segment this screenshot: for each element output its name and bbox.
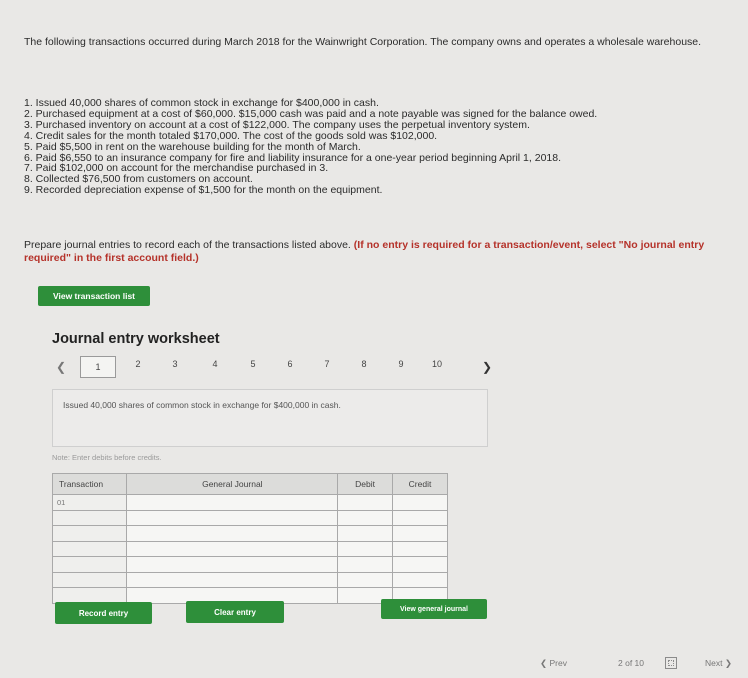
account-field[interactable]: [126, 525, 339, 542]
journal-table: Transaction General Journal Debit Credit…: [51, 473, 448, 604]
transaction-cell: [51, 587, 128, 604]
transaction-description: Issued 40,000 shares of common stock in …: [63, 400, 341, 410]
debit-field[interactable]: [337, 556, 393, 573]
table-row: [51, 556, 448, 573]
debit-field[interactable]: [337, 571, 393, 588]
record-entry-label: Record entry: [78, 608, 129, 618]
pager-page-2[interactable]: 2: [130, 359, 146, 369]
worksheet-title: Journal entry worksheet: [52, 331, 220, 347]
pager-page-6[interactable]: 6: [282, 359, 298, 369]
pager-page-4[interactable]: 4: [207, 359, 223, 369]
clear-entry-button[interactable]: Clear entry: [186, 601, 284, 623]
transaction-cell: [51, 509, 128, 526]
view-general-journal-label: View general journal: [400, 605, 468, 613]
prev-button[interactable]: ❮ Prev: [540, 658, 567, 669]
intro-text: The following transactions occurred duri…: [24, 36, 702, 48]
credit-field[interactable]: [392, 571, 448, 588]
transaction-item: 9. Recorded depreciation expense of $1,5…: [24, 184, 383, 197]
transaction-cell: 01: [51, 494, 128, 511]
credit-field[interactable]: [392, 540, 448, 557]
transaction-description-box: Issued 40,000 shares of common stock in …: [52, 389, 488, 447]
next-button[interactable]: Next ❯: [705, 658, 732, 669]
column-general-journal: General Journal: [126, 473, 339, 495]
question-navigation: ❮ Prev 2 of 10 Next ❯: [540, 656, 745, 672]
credit-field[interactable]: [392, 494, 448, 511]
chevron-right-icon[interactable]: ❯: [482, 360, 492, 374]
clear-entry-label: Clear entry: [214, 607, 256, 617]
account-field[interactable]: [126, 509, 339, 526]
prev-label: Prev: [549, 658, 567, 668]
table-row: [51, 571, 448, 588]
debit-field[interactable]: [337, 525, 393, 542]
pager-page-7[interactable]: 7: [319, 359, 335, 369]
column-debit: Debit: [337, 473, 393, 495]
account-field[interactable]: [126, 540, 339, 557]
column-transaction: Transaction: [51, 473, 128, 495]
view-general-journal-button[interactable]: View general journal: [381, 599, 487, 619]
transaction-cell: [51, 540, 128, 557]
table-row: 01: [51, 494, 448, 511]
instructions: Prepare journal entries to record each o…: [24, 239, 724, 264]
pager-page-10[interactable]: 10: [429, 359, 445, 369]
account-field[interactable]: [126, 494, 339, 511]
transaction-cell: [51, 525, 128, 542]
instructions-text: Prepare journal entries to record each o…: [24, 239, 351, 251]
transaction-item: 5. Paid $5,500 in rent on the warehouse …: [24, 140, 361, 153]
pager-page-9[interactable]: 9: [393, 359, 409, 369]
record-entry-button[interactable]: Record entry: [55, 602, 152, 624]
transaction-list: 1. Issued 40,000 shares of common stock …: [24, 98, 724, 196]
pager-page-3[interactable]: 3: [167, 359, 183, 369]
debit-field[interactable]: [337, 540, 393, 557]
pager-page-5[interactable]: 5: [245, 359, 261, 369]
credit-field[interactable]: [392, 525, 448, 542]
column-credit: Credit: [392, 473, 448, 495]
transaction-cell: [51, 571, 128, 588]
debit-field[interactable]: [337, 494, 393, 511]
debit-credit-note: Note: Enter debits before credits.: [52, 453, 162, 462]
credit-field[interactable]: [392, 556, 448, 573]
account-field[interactable]: [126, 556, 339, 573]
account-field[interactable]: [126, 571, 339, 588]
view-transaction-list-button[interactable]: View transaction list: [38, 286, 150, 306]
table-row: [51, 525, 448, 542]
debit-field[interactable]: [337, 509, 393, 526]
pager-page-1[interactable]: 1: [80, 356, 116, 378]
credit-field[interactable]: [392, 509, 448, 526]
pager-page-8[interactable]: 8: [356, 359, 372, 369]
page-indicator: 2 of 10: [618, 658, 644, 668]
table-row: [51, 509, 448, 526]
next-label: Next: [705, 658, 723, 668]
transaction-cell: [51, 556, 128, 573]
table-row: [51, 540, 448, 557]
worksheet-pager: ❮ 1 2 3 4 5 6 7 8 9 10 ❯: [52, 356, 502, 380]
grid-icon[interactable]: [665, 657, 677, 669]
chevron-left-icon[interactable]: ❮: [56, 360, 66, 374]
transaction-item: 4. Credit sales for the month totaled $1…: [24, 129, 438, 142]
view-transaction-list-label: View transaction list: [52, 291, 136, 301]
question-page: The following transactions occurred duri…: [0, 0, 748, 678]
